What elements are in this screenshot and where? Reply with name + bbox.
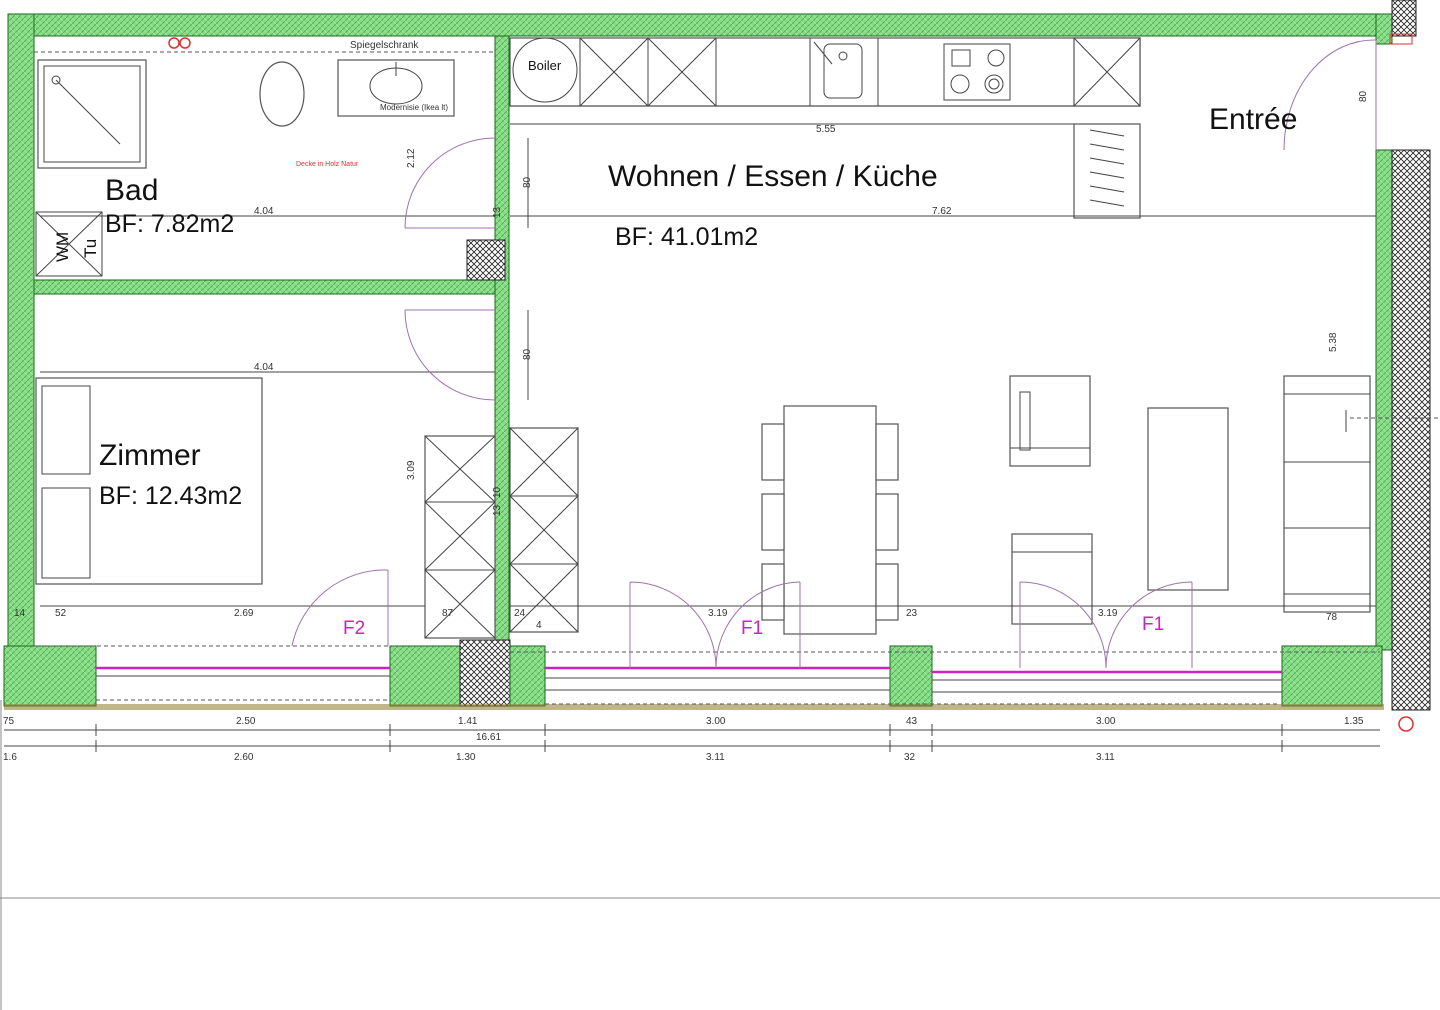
dim-text: 4 bbox=[536, 620, 542, 631]
dim-text: 80 bbox=[522, 176, 533, 188]
window-label-f2: F2 bbox=[343, 618, 365, 639]
wall-top-right-hatch bbox=[1391, 0, 1417, 37]
dim-text: 75 bbox=[3, 716, 15, 727]
dim-text: 2.50 bbox=[236, 716, 256, 727]
room-name-bad: Bad bbox=[105, 174, 158, 207]
dim-text: 32 bbox=[904, 752, 916, 763]
section-mark bbox=[168, 37, 180, 49]
dim-text: 2.69 bbox=[234, 608, 254, 619]
toilet bbox=[259, 61, 305, 127]
dim-text: 3.00 bbox=[706, 716, 726, 727]
dim-text: 13 bbox=[492, 206, 503, 218]
floor-plan: Bad BF: 7.82m2 Wohnen / Essen / Küche BF… bbox=[0, 0, 1440, 1010]
armchair bbox=[1009, 375, 1091, 467]
pier-column-hatch bbox=[459, 639, 511, 707]
pier-3 bbox=[509, 645, 546, 707]
window-label-f1: F1 bbox=[1142, 614, 1164, 635]
living bbox=[510, 375, 1440, 635]
tu-label: Tu bbox=[81, 239, 100, 258]
ceiling-note: Decke in Holz Natur bbox=[296, 161, 359, 168]
dim-text: 3.11 bbox=[706, 752, 725, 763]
pier-1 bbox=[3, 645, 97, 707]
dim-text: 1.41 bbox=[458, 716, 478, 727]
room-area-wohnen: BF: 41.01m2 bbox=[615, 223, 758, 251]
dim-text: 13 bbox=[492, 504, 503, 516]
zimmer-door-arc bbox=[404, 309, 496, 401]
armchair bbox=[1011, 533, 1093, 625]
wall-top bbox=[7, 13, 1389, 37]
room-name-wohnen: Wohnen / Essen / Küche bbox=[608, 160, 938, 193]
pier-2 bbox=[389, 645, 461, 707]
dim-text: 1.6 bbox=[3, 752, 17, 763]
dim-text: 3.00 bbox=[1096, 716, 1116, 727]
spiegelschrank-label: Spiegelschrank bbox=[350, 40, 419, 51]
dim-text: 5.38 bbox=[1328, 332, 1339, 352]
dim-text: 2.12 bbox=[406, 148, 417, 168]
dim-text: 2.60 bbox=[234, 752, 254, 763]
dim-text: 80 bbox=[1358, 90, 1369, 102]
room-name-entree: Entrée bbox=[1209, 103, 1297, 136]
wall-left bbox=[7, 13, 35, 647]
dim-text: 3.19 bbox=[1098, 608, 1118, 619]
dim-text: 52 bbox=[55, 608, 67, 619]
column-hatch bbox=[466, 239, 506, 281]
dim-text: 4.04 bbox=[254, 362, 274, 373]
f1-door-arc-a bbox=[629, 581, 717, 669]
dim-text: 3.11 bbox=[1096, 752, 1115, 763]
dim-text: 7.62 bbox=[932, 206, 952, 217]
dim-text: 1.30 bbox=[456, 752, 476, 763]
pier-5 bbox=[1281, 645, 1383, 707]
dim-text: 5.55 bbox=[816, 124, 836, 135]
section-mark bbox=[1398, 716, 1414, 732]
sill-line bbox=[4, 704, 1384, 710]
dim-text: 78 bbox=[1326, 612, 1338, 623]
dim-text: 87 bbox=[442, 608, 454, 619]
bad-door-arc bbox=[404, 137, 496, 229]
dimension-lines bbox=[0, 700, 1440, 1010]
sofa bbox=[1283, 375, 1371, 613]
dim-text: 16.61 bbox=[476, 732, 501, 743]
wall-exterior-hatch bbox=[1391, 149, 1431, 711]
chair bbox=[761, 563, 785, 621]
pier-4 bbox=[889, 645, 933, 707]
chair bbox=[875, 563, 899, 621]
chair bbox=[761, 423, 785, 481]
dining-table bbox=[783, 405, 877, 635]
dim-text: 10 bbox=[492, 486, 503, 498]
bed bbox=[35, 377, 263, 585]
wall-partition-vertical bbox=[494, 35, 510, 647]
vanity-note: Modernisie (Ikea lt) bbox=[380, 103, 448, 112]
room-name-zimmer: Zimmer bbox=[99, 439, 201, 472]
dim-text: 23 bbox=[906, 608, 918, 619]
f2-door-arc bbox=[291, 569, 389, 647]
bathroom bbox=[35, 37, 495, 277]
dim-text: 80 bbox=[522, 348, 533, 360]
dim-text: 3.09 bbox=[406, 460, 417, 480]
wm-label: WM bbox=[53, 232, 72, 262]
dim-text: 24 bbox=[514, 608, 526, 619]
wall-right bbox=[1375, 149, 1393, 651]
dim-text: 14 bbox=[14, 608, 26, 619]
coffee-table bbox=[1147, 407, 1229, 591]
dim-text: 43 bbox=[906, 716, 918, 727]
chair bbox=[875, 493, 899, 551]
chair bbox=[761, 493, 785, 551]
room-area-bad: BF: 7.82m2 bbox=[105, 210, 234, 238]
boiler-label: Boiler bbox=[528, 58, 562, 73]
dim-text: 4.04 bbox=[254, 206, 274, 217]
dim-text: 3.19 bbox=[708, 608, 728, 619]
shelf-unit bbox=[1073, 123, 1141, 219]
chair bbox=[875, 423, 899, 481]
window-label-f1: F1 bbox=[741, 618, 763, 639]
dim-text: 1.35 bbox=[1344, 716, 1364, 727]
wall-bad-bottom bbox=[33, 279, 501, 295]
room-area-zimmer: BF: 12.43m2 bbox=[99, 482, 242, 510]
wardrobe-left bbox=[424, 435, 496, 639]
